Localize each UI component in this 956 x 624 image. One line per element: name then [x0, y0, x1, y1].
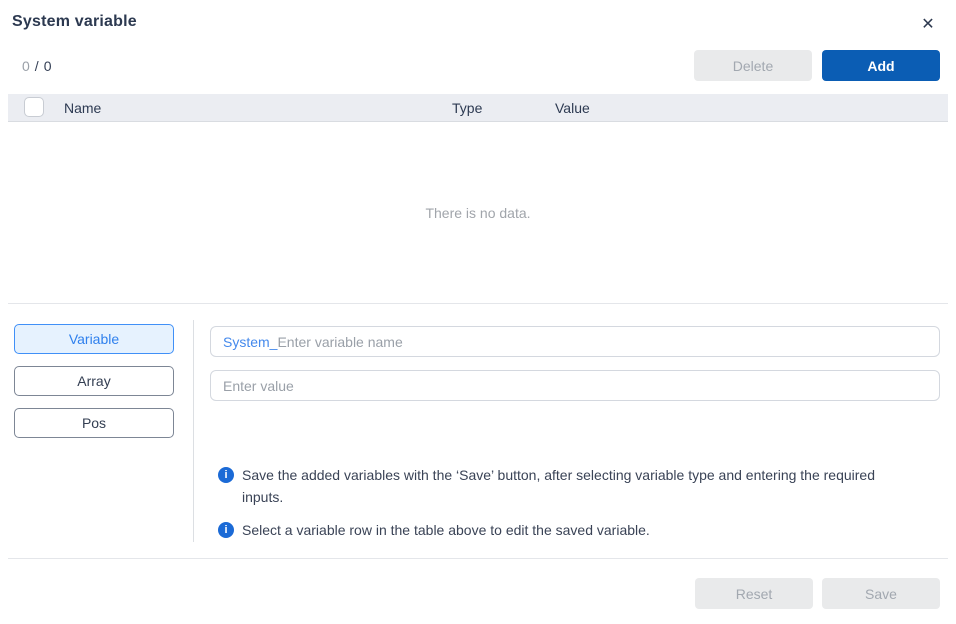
column-header-value: Value	[555, 94, 590, 122]
counter-divider: /	[35, 58, 39, 74]
column-header-type: Type	[452, 94, 482, 122]
delete-button[interactable]: Delete	[694, 50, 812, 81]
variable-name-prefix: System_	[223, 334, 277, 350]
divider-vertical	[193, 320, 194, 542]
variable-value-input[interactable]	[210, 370, 940, 401]
note-edit-instruction: i Select a variable row in the table abo…	[218, 520, 918, 542]
system-variable-dialog: System variable ✕ 0 / 0 Delete Add Name …	[0, 0, 956, 624]
page-title: System variable	[12, 13, 137, 31]
tab-pos[interactable]: Pos	[14, 408, 174, 438]
add-button[interactable]: Add	[822, 50, 940, 81]
variable-form: System_Enter variable name i Save the ad…	[210, 326, 940, 542]
select-all-checkbox[interactable]	[24, 97, 44, 117]
column-header-name: Name	[64, 94, 101, 122]
variable-type-tabs: Variable Array Pos	[14, 324, 174, 438]
tab-array[interactable]: Array	[14, 366, 174, 396]
reset-button[interactable]: Reset	[695, 578, 813, 609]
counter-selected: 0	[22, 58, 30, 74]
info-notes: i Save the added variables with the ‘Sav…	[210, 465, 940, 542]
table-header: Name Type Value	[8, 94, 948, 122]
info-icon: i	[218, 467, 234, 483]
variable-name-placeholder: Enter variable name	[277, 334, 402, 350]
footer: Reset Save	[695, 578, 940, 609]
empty-state-text: There is no data.	[425, 205, 530, 221]
divider-top	[8, 303, 948, 304]
tab-variable[interactable]: Variable	[14, 324, 174, 354]
note-text: Select a variable row in the table above…	[242, 520, 650, 542]
close-icon[interactable]: ✕	[914, 10, 942, 38]
selection-counter: 0 / 0	[22, 50, 51, 81]
counter-total: 0	[44, 58, 52, 74]
save-button[interactable]: Save	[822, 578, 940, 609]
note-text: Save the added variables with the ‘Save’…	[242, 465, 918, 508]
variable-name-input[interactable]: System_Enter variable name	[210, 326, 940, 357]
toolbar: Delete Add	[694, 50, 940, 81]
info-icon: i	[218, 522, 234, 538]
divider-bottom	[8, 558, 948, 559]
table-empty-state: There is no data.	[8, 122, 948, 303]
note-save-instruction: i Save the added variables with the ‘Sav…	[218, 465, 918, 508]
